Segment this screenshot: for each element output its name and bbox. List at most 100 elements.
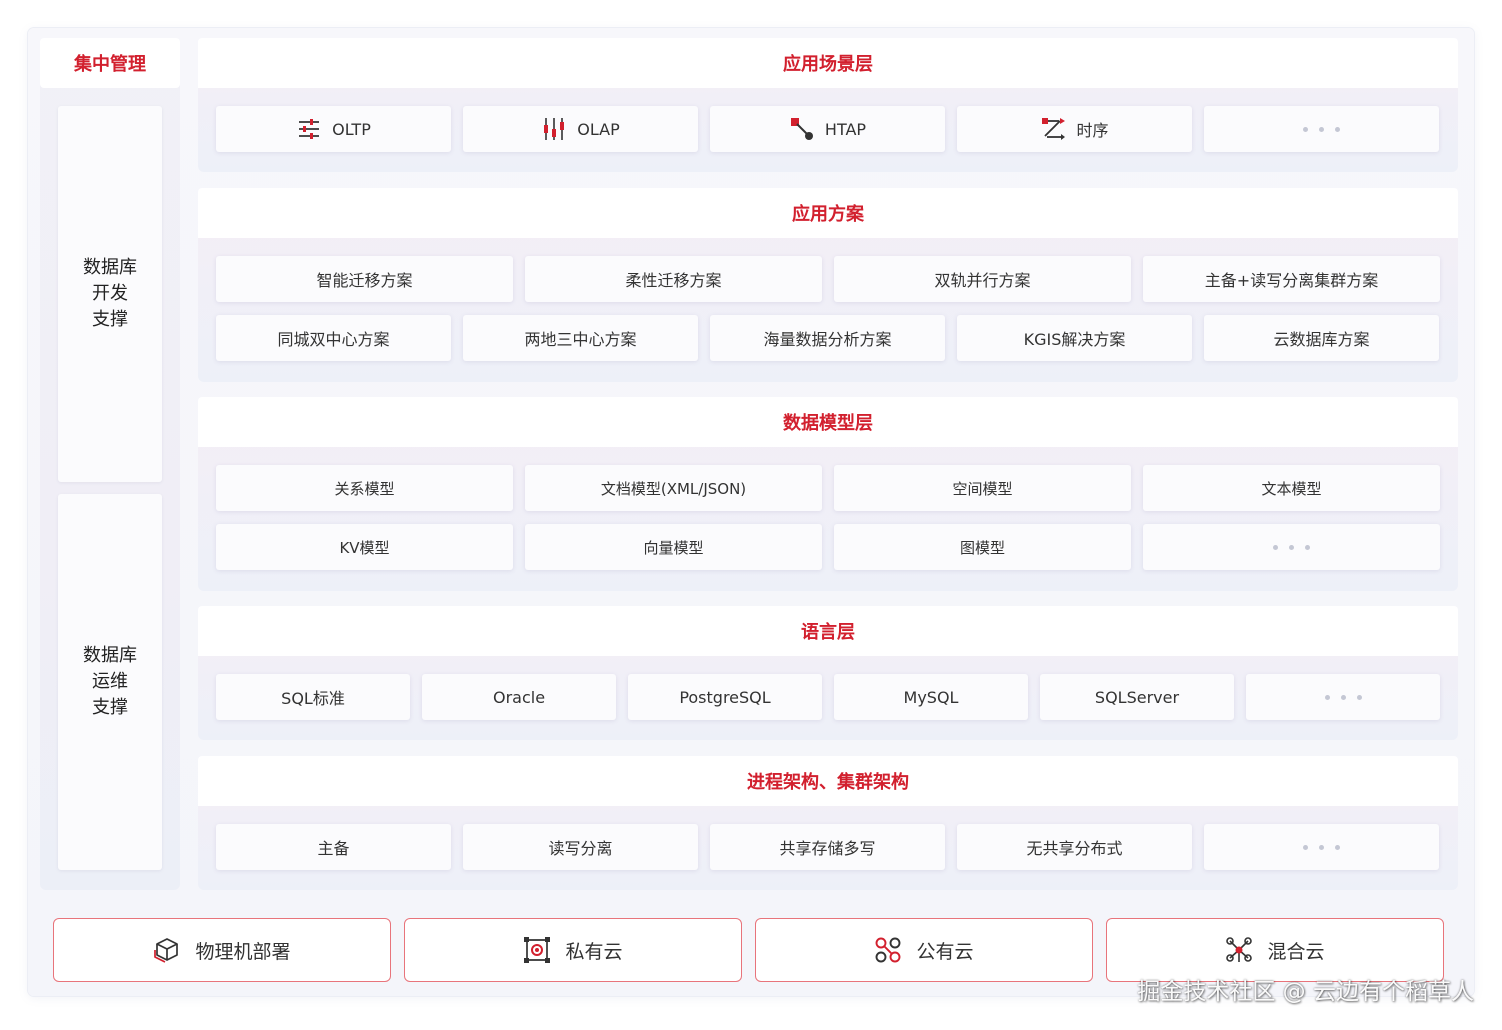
solution-same-city-dual-center: 同城双中心方案 [216, 315, 451, 361]
deploy-public-cloud-label: 公有云 [916, 940, 974, 963]
scenario-layer-title: 应用场景层 [198, 38, 1458, 88]
dev-support-block: 数据库 开发 支撑 [58, 106, 162, 482]
cell-label: 海量数据分析方案 [763, 330, 892, 349]
lang-oracle: Oracle [422, 674, 616, 720]
cell-label: 无共享分布式 [1026, 839, 1123, 858]
language-layer-title-text: 语言层 [801, 622, 855, 643]
cell-label: 文档模型(XML/JSON) [600, 479, 747, 498]
deploy-physical-label: 物理机部署 [195, 940, 291, 963]
cell-label: KGIS解决方案 [1023, 330, 1126, 349]
cell-label: 主备 [317, 839, 350, 858]
more-dots-icon [1273, 544, 1310, 550]
ops-support-block: 数据库 运维 支撑 [58, 494, 162, 870]
cell-label: 主备+读写分离集群方案 [1204, 271, 1379, 290]
cell-label: 共享存储多写 [779, 839, 876, 858]
linked-nodes-icon [789, 116, 815, 142]
hybrid-cloud-icon [1225, 936, 1253, 964]
model-spatial: 空间模型 [834, 465, 1131, 511]
language-layer-title: 语言层 [198, 606, 1458, 656]
timeline-icon [1040, 116, 1066, 142]
more-dots-icon [1303, 844, 1340, 850]
deploy-hybrid-cloud-label: 混合云 [1267, 940, 1325, 963]
deploy-private-cloud: 私有云 [404, 918, 742, 982]
cell-label: 关系模型 [334, 479, 395, 498]
datamodel-layer-title-text: 数据模型层 [783, 413, 873, 434]
lang-more [1246, 674, 1440, 720]
scenario-olap-label: OLAP [577, 119, 620, 139]
cell-label: KV模型 [339, 538, 390, 557]
sliders-icon [296, 116, 322, 142]
architecture-layer: 进程架构、集群架构 主备 读写分离 共享存储多写 无共享分布式 [198, 756, 1458, 890]
solution-massive-analytics: 海量数据分析方案 [710, 315, 945, 361]
cell-label: SQL标准 [281, 689, 345, 708]
lang-sql-standard: SQL标准 [216, 674, 410, 720]
arch-read-write-split: 读写分离 [463, 824, 698, 870]
solution-smart-migration: 智能迁移方案 [216, 256, 513, 302]
model-vector: 向量模型 [525, 524, 822, 570]
cell-label: SQLServer [1094, 687, 1180, 707]
scenario-htap: HTAP [710, 106, 945, 152]
model-document: 文档模型(XML/JSON) [525, 465, 822, 511]
cell-label: 向量模型 [643, 538, 704, 557]
scenario-timeseries-label: 时序 [1076, 121, 1109, 140]
cell-label: 柔性迁移方案 [625, 271, 722, 290]
central-management-title: 集中管理 [74, 54, 146, 75]
cell-label: 图模型 [959, 538, 1005, 557]
scenario-oltp-label: OLTP [332, 119, 371, 139]
model-relational: 关系模型 [216, 465, 513, 511]
scenario-htap-label: HTAP [824, 119, 867, 139]
solution-kgis: KGIS解决方案 [957, 315, 1192, 361]
solution-cloud-database: 云数据库方案 [1204, 315, 1439, 361]
arch-shared-nothing: 无共享分布式 [957, 824, 1192, 870]
lang-postgresql: PostgreSQL [628, 674, 822, 720]
architecture-layer-title-text: 进程架构、集群架构 [747, 772, 909, 793]
cell-label: 双轨并行方案 [934, 271, 1031, 290]
model-text: 文本模型 [1143, 465, 1440, 511]
deploy-private-cloud-label: 私有云 [565, 940, 623, 963]
deploy-public-cloud: 公有云 [755, 918, 1093, 982]
solution-layer-title: 应用方案 [198, 188, 1458, 238]
cell-label: 文本模型 [1261, 479, 1322, 498]
deploy-physical: 物理机部署 [53, 918, 391, 982]
cell-label: 同城双中心方案 [277, 330, 390, 349]
private-cloud-icon [523, 936, 551, 964]
lang-mysql: MySQL [834, 674, 1028, 720]
solution-flexible-migration: 柔性迁移方案 [525, 256, 822, 302]
scenario-olap: OLAP [463, 106, 698, 152]
cell-label: 云数据库方案 [1273, 330, 1370, 349]
solution-layer: 应用方案 智能迁移方案 柔性迁移方案 双轨并行方案 主备+读写分离集群方案 同城… [198, 188, 1458, 382]
candlestick-icon [541, 116, 567, 142]
ops-support-label: 数据库 运维 支撑 [83, 645, 137, 718]
scenario-more [1204, 106, 1439, 152]
datamodel-layer: 数据模型层 关系模型 文档模型(XML/JSON) 空间模型 文本模型 KV模型… [198, 397, 1458, 591]
cell-label: 读写分离 [548, 839, 613, 858]
watermark-text: 掘金技术社区 @ 云边有个稻草人 [1137, 979, 1474, 1005]
cell-label: 空间模型 [952, 479, 1013, 498]
lang-sqlserver: SQLServer [1040, 674, 1234, 720]
solution-primary-standby-cluster: 主备+读写分离集群方案 [1143, 256, 1440, 302]
central-management-header: 集中管理 [40, 38, 180, 88]
cell-label: 智能迁移方案 [316, 271, 413, 290]
datamodel-layer-title: 数据模型层 [198, 397, 1458, 447]
solution-layer-title-text: 应用方案 [792, 204, 864, 225]
scenario-layer-title-text: 应用场景层 [783, 54, 873, 75]
model-graph: 图模型 [834, 524, 1131, 570]
scenario-oltp: OLTP [216, 106, 451, 152]
scenario-timeseries: 时序 [957, 106, 1192, 152]
cell-label: MySQL [903, 687, 959, 707]
cell-label: PostgreSQL [679, 687, 771, 707]
public-cloud-icon [874, 936, 902, 964]
arch-shared-storage: 共享存储多写 [710, 824, 945, 870]
more-dots-icon [1324, 694, 1362, 700]
more-dots-icon [1303, 126, 1340, 132]
arch-primary-standby: 主备 [216, 824, 451, 870]
dev-support-label: 数据库 开发 支撑 [83, 257, 137, 330]
model-kv: KV模型 [216, 524, 513, 570]
model-more [1143, 524, 1440, 570]
scenario-layer: 应用场景层 OLTP OLAP HTAP 时序 [198, 38, 1458, 172]
solution-two-site-three-center: 两地三中心方案 [463, 315, 698, 361]
language-layer: 语言层 SQL标准 Oracle PostgreSQL MySQL SQLSer… [198, 606, 1458, 740]
arch-more [1204, 824, 1439, 870]
architecture-layer-title: 进程架构、集群架构 [198, 756, 1458, 806]
cell-label: 两地三中心方案 [524, 330, 637, 349]
